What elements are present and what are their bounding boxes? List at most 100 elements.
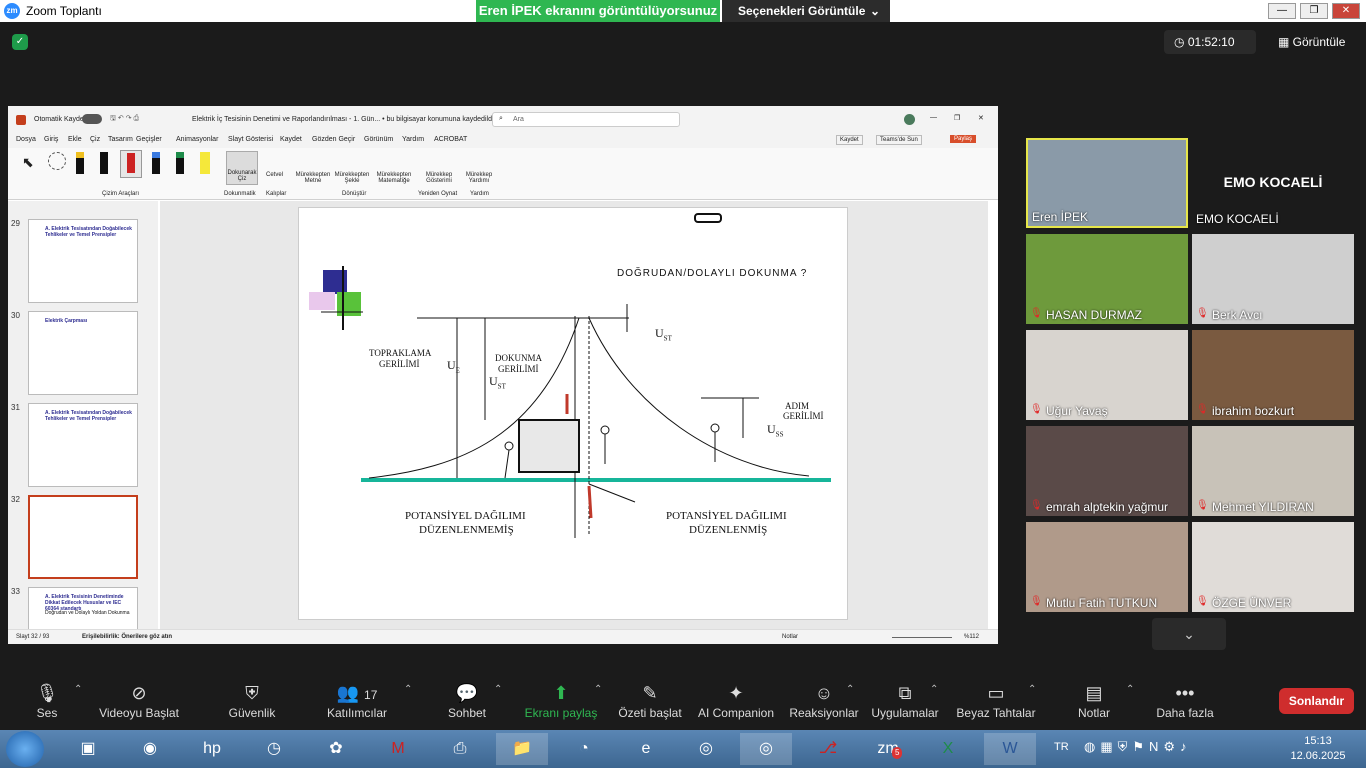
- ai-companion-button[interactable]: ✦ AI Companion: [696, 682, 776, 726]
- more-button[interactable]: ••• Daha fazla: [1154, 682, 1216, 726]
- participant-tile[interactable]: EMO KOCAELİ EMO KOCAELİ: [1192, 138, 1354, 228]
- autosave-toggle[interactable]: [82, 114, 102, 124]
- participant-tile[interactable]: 🎙 HASAN DURMAZ: [1026, 234, 1188, 324]
- record-button[interactable]: Kaydet: [836, 135, 863, 145]
- slide-thumbnail[interactable]: A. Elektrik Tesisatından Doğabilecek Teh…: [28, 403, 138, 487]
- ppt-search-box[interactable]: ⌕ Ara: [492, 112, 680, 127]
- zoom-level[interactable]: %112: [964, 634, 979, 640]
- chrome-profile-icon[interactable]: ◎: [740, 733, 792, 765]
- menu-item-11[interactable]: Yardım: [402, 136, 424, 143]
- ink-to-math-button[interactable]: Mürekkepten Matematiğe: [372, 172, 416, 184]
- slide-thumbnail[interactable]: Elektrik Çarpması: [28, 311, 138, 395]
- view-button[interactable]: ▦ Görüntüle: [1268, 30, 1358, 54]
- participant-tile[interactable]: 🎙 ibrahim bozkurt: [1192, 330, 1354, 420]
- zoom-taskbar-icon[interactable]: zm 5: [862, 733, 914, 765]
- language-indicator[interactable]: TR: [1054, 741, 1069, 753]
- participants-caret[interactable]: ⌃: [404, 684, 412, 695]
- participant-tile[interactable]: 🎙 Berk Avcı: [1192, 234, 1354, 324]
- chrome-icon[interactable]: ◎: [680, 733, 732, 765]
- maximize-button[interactable]: ❐: [1300, 3, 1328, 19]
- ppt-close-button[interactable]: ✕: [978, 114, 984, 122]
- ink-to-text-button[interactable]: Mürekkepten Metne: [295, 172, 331, 184]
- participant-tile[interactable]: 🎙 emrah alptekin yağmur: [1026, 426, 1188, 516]
- hp-icon[interactable]: hp: [186, 733, 238, 765]
- firefox-icon[interactable]: ◔: [558, 733, 610, 765]
- scanner-app-icon[interactable]: ⎙: [434, 733, 486, 765]
- slide-thumbnail[interactable]: A. Elektrik Tesisatından Doğabilecek Teh…: [28, 219, 138, 303]
- close-button[interactable]: ✕: [1332, 3, 1360, 19]
- apps-caret[interactable]: ⌃: [930, 684, 938, 695]
- highlighter-icon[interactable]: [200, 152, 210, 174]
- participant-tile[interactable]: 🎙 Mehmet YILDIRAN: [1192, 426, 1354, 516]
- menu-item-10[interactable]: Görünüm: [364, 136, 393, 143]
- ruler-button[interactable]: Cetvel: [266, 172, 283, 178]
- start-video-button[interactable]: ⊘ Videoyu Başlat: [96, 682, 182, 726]
- encryption-shield-icon[interactable]: ✓: [12, 34, 28, 50]
- notes-caret[interactable]: ⌃: [1126, 684, 1134, 695]
- pen-green-icon[interactable]: [176, 152, 184, 174]
- zoom-slider[interactable]: [892, 637, 952, 638]
- menu-item-8[interactable]: Kaydet: [280, 136, 302, 143]
- menu-item-5[interactable]: Geçişler: [136, 136, 162, 143]
- slide-thumbnail[interactable]: [28, 495, 138, 579]
- lasso-icon[interactable]: [48, 152, 66, 170]
- menu-item-6[interactable]: Animasyonlar: [176, 136, 218, 143]
- ink-replay-button[interactable]: Mürekkep Gösterimi: [422, 172, 456, 184]
- menu-item-4[interactable]: Tasarım: [108, 136, 133, 143]
- slide-thumbnail[interactable]: A. Elektrik Tesisinin Denetiminde Dikkat…: [28, 587, 138, 629]
- acrobat-icon[interactable]: ⎇: [802, 733, 854, 765]
- share-ppt-button[interactable]: Paylaş: [950, 135, 977, 143]
- menu-item-2[interactable]: Ekle: [68, 136, 82, 143]
- pen-black-icon[interactable]: [100, 152, 108, 174]
- summary-button[interactable]: ✎ Özeti başlat: [616, 682, 684, 726]
- user-avatar[interactable]: [904, 114, 915, 125]
- start-button[interactable]: [6, 731, 44, 767]
- menu-item-0[interactable]: Dosya: [16, 136, 36, 143]
- tray-icons[interactable]: ◍▦⛨⚑N⚙♪: [1084, 739, 1192, 755]
- media-app-icon[interactable]: ◉: [124, 733, 176, 765]
- ink-help-button[interactable]: Mürekkep Yardımı: [462, 172, 496, 184]
- end-meeting-button[interactable]: Sonlandır: [1279, 688, 1354, 714]
- ie-icon[interactable]: e: [620, 733, 672, 765]
- whiteboards-button[interactable]: ▭ Beyaz Tahtalar: [954, 682, 1038, 726]
- word-icon[interactable]: W: [984, 733, 1036, 765]
- reactions-caret[interactable]: ⌃: [846, 684, 854, 695]
- taskbar-clock[interactable]: 15:13 12.06.2025: [1290, 734, 1346, 764]
- ppt-minimize-button[interactable]: —: [930, 114, 937, 121]
- notes-zoom-button[interactable]: ▤ Notlar: [1072, 682, 1116, 726]
- menu-item-3[interactable]: Çiz: [90, 136, 100, 143]
- clock-app-icon[interactable]: ◷: [248, 733, 300, 765]
- pen-blue-icon[interactable]: [152, 152, 160, 174]
- audio-options-caret[interactable]: ⌃: [74, 684, 82, 695]
- chat-caret[interactable]: ⌃: [494, 684, 502, 695]
- participant-tile[interactable]: 🎙 Mutlu Fatih TUTKUN: [1026, 522, 1188, 612]
- notes-button[interactable]: Notlar: [782, 634, 798, 640]
- mcafee-icon[interactable]: M: [372, 733, 424, 765]
- menu-item-7[interactable]: Slayt Gösterisi: [228, 136, 273, 143]
- menu-item-12[interactable]: ACROBAT: [434, 136, 467, 143]
- security-button[interactable]: ⛨ Güvenlik: [222, 682, 282, 726]
- photos-app-icon[interactable]: ✿: [310, 733, 362, 765]
- touch-draw-button[interactable]: Dokunarak Çiz: [226, 151, 258, 185]
- participants-button[interactable]: 👥 17 Katılımcılar: [324, 682, 390, 726]
- menu-item-1[interactable]: Giriş: [44, 136, 58, 143]
- menu-item-9[interactable]: Gözden Geçir: [312, 136, 355, 143]
- share-screen-button[interactable]: ⬆ Ekranı paylaş: [524, 682, 598, 726]
- audio-button[interactable]: 🎙 Ses: [30, 682, 64, 726]
- select-cursor-icon[interactable]: ⬉: [22, 154, 34, 171]
- gallery-next-chevron-icon[interactable]: ⌄: [1152, 618, 1226, 650]
- accessibility-status[interactable]: Erişilebilirlik: Önerilere göz atın: [82, 634, 172, 640]
- explorer-icon[interactable]: 📁: [496, 733, 548, 765]
- ink-to-shape-button[interactable]: Mürekkepten Şekle: [334, 172, 370, 184]
- pen-red-selected[interactable]: [120, 150, 142, 178]
- whiteboards-caret[interactable]: ⌃: [1028, 684, 1036, 695]
- view-options-button[interactable]: Seçenekleri Görüntüle ⌄: [722, 0, 890, 22]
- participant-tile[interactable]: 🎙 Uğur Yavaş: [1026, 330, 1188, 420]
- share-caret[interactable]: ⌃: [594, 684, 602, 695]
- network-app-icon[interactable]: ▣: [62, 733, 114, 765]
- minimize-button[interactable]: —: [1268, 3, 1296, 19]
- participant-tile[interactable]: 🎙 ÖZGE ÜNVER: [1192, 522, 1354, 612]
- teams-present-button[interactable]: Teams'de Sun: [876, 135, 922, 145]
- participant-tile[interactable]: Eren İPEK: [1026, 138, 1188, 228]
- quick-access-icons[interactable]: 🖫 ↶ ↷ ⎙: [110, 114, 139, 125]
